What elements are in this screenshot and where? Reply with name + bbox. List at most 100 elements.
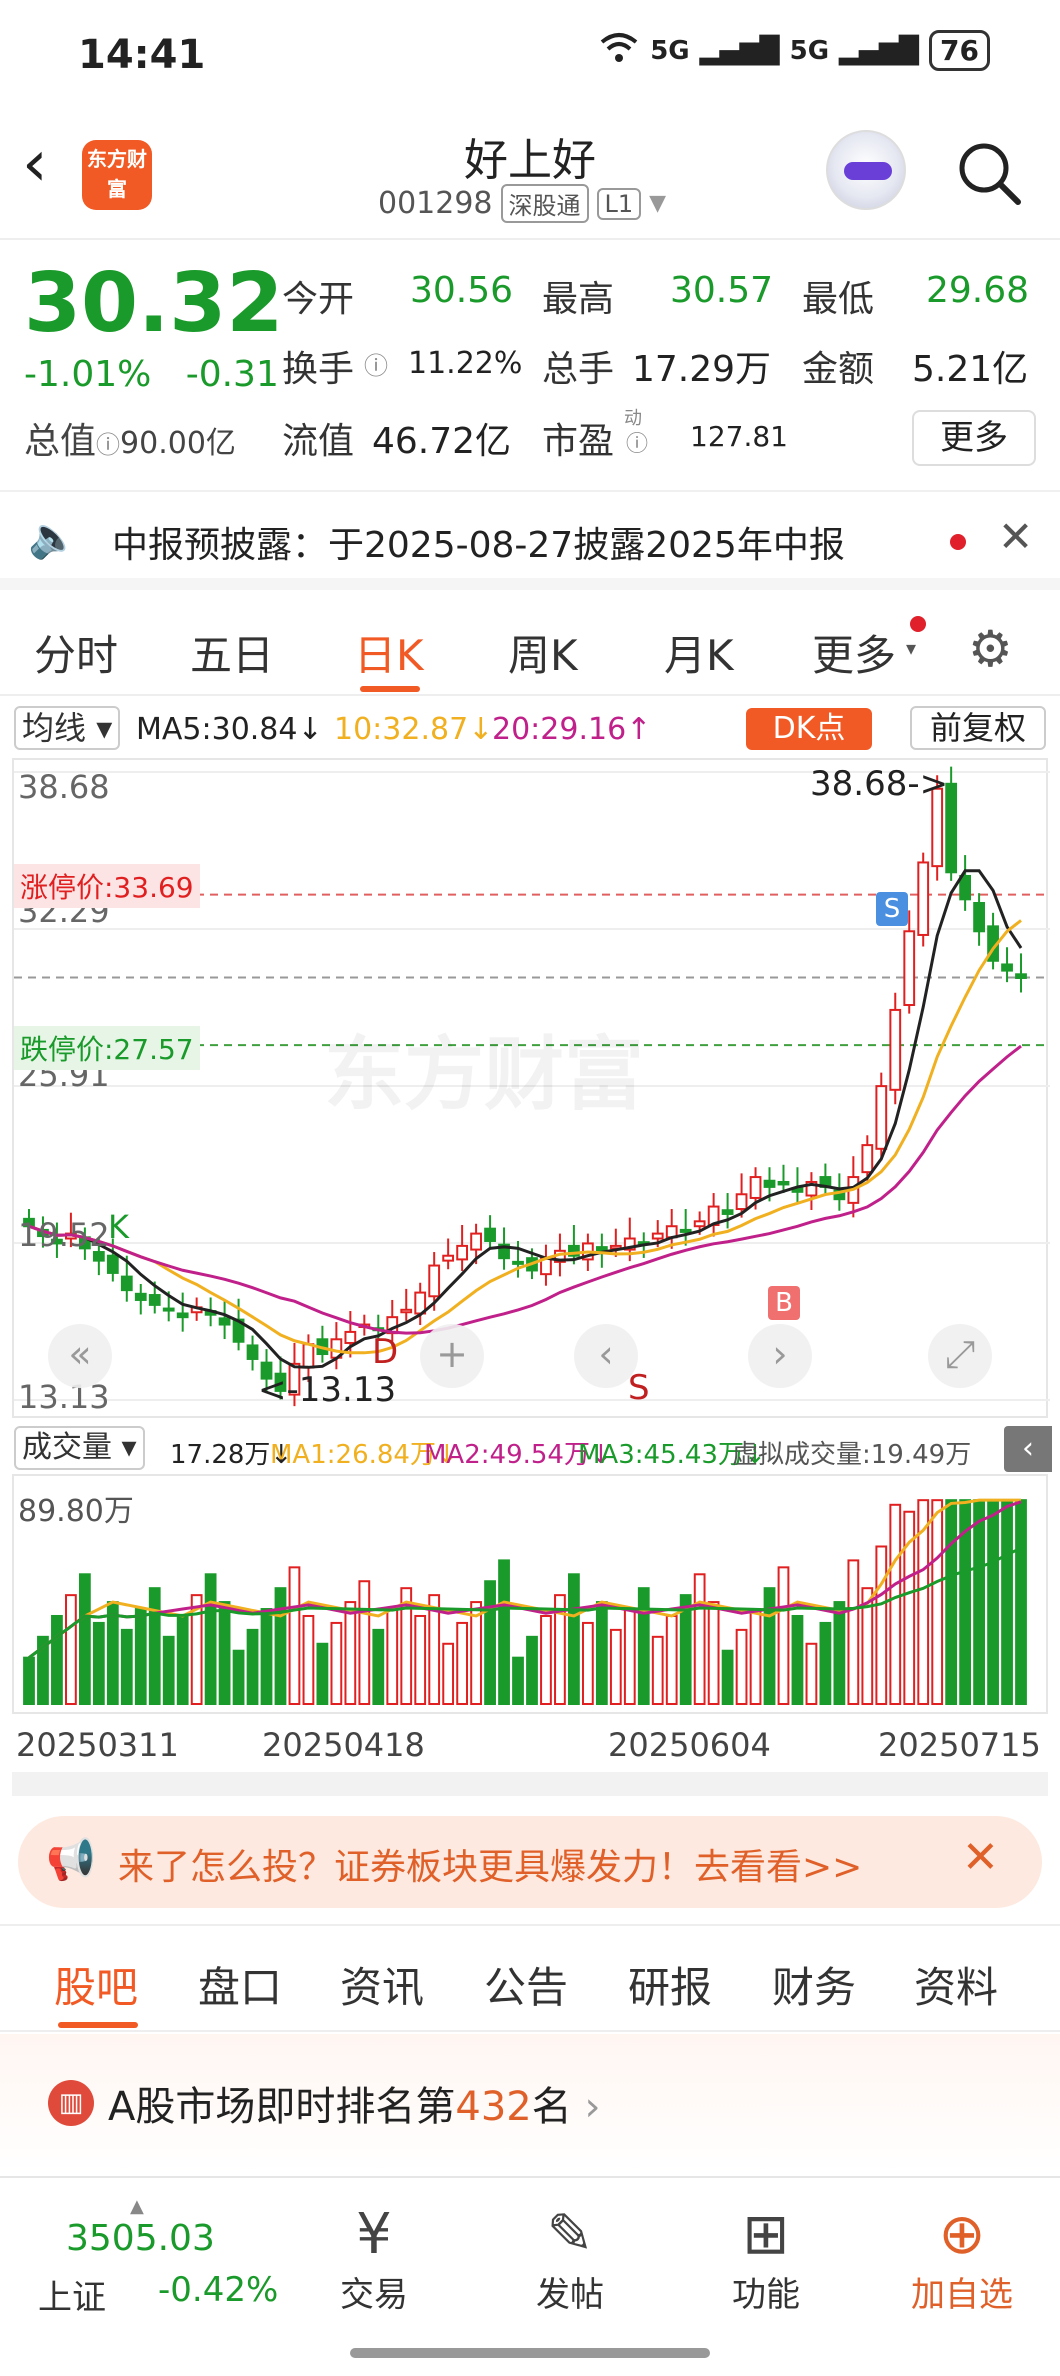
volume-bar: [120, 1628, 133, 1705]
ad-text[interactable]: 来了怎么投？证券板块更具爆发力！去看看>>: [118, 1838, 862, 1890]
limit-down-label: 跌停价:27.57: [14, 1026, 200, 1070]
scroll-strip[interactable]: [12, 1772, 1048, 1796]
nav-post[interactable]: ✎ 发帖: [500, 2202, 640, 2316]
d-marker: D: [372, 1332, 399, 1372]
candle: [889, 1008, 902, 1091]
candle: [442, 1254, 455, 1262]
volume-bar: [651, 1635, 664, 1705]
volume-bar: [973, 1499, 985, 1705]
tab-news[interactable]: 资讯: [340, 1954, 424, 2015]
collapse-icon[interactable]: ‹: [1004, 1426, 1052, 1472]
candle: [1001, 963, 1013, 972]
candle: [875, 1085, 888, 1150]
sell-signal-marker[interactable]: S: [876, 892, 908, 926]
volume-chart[interactable]: 89.80万: [12, 1474, 1048, 1714]
kline-chart[interactable]: 38.68 32.29 25.91 19.52 13.13 涨停价:33.69 …: [12, 758, 1050, 1418]
tab-intraday[interactable]: 分时: [34, 622, 118, 683]
volume-bar: [931, 1499, 944, 1705]
volume-bar: [623, 1608, 636, 1705]
signal-icon: 5G: [650, 35, 690, 66]
volume-bar: [581, 1621, 594, 1705]
price-change: -1.01% -0.31: [24, 354, 279, 395]
battery-icon: 76: [929, 30, 990, 71]
volume-bar: [316, 1642, 329, 1705]
tab-research[interactable]: 研报: [628, 1954, 712, 2015]
notice-bar[interactable]: 🔈 中报预披露：于2025-08-27披露2025年中报 ✕: [0, 490, 1060, 590]
open-label: 今开: [282, 279, 355, 320]
tab-financials[interactable]: 财务: [772, 1954, 856, 2015]
zoom-in-icon[interactable]: +: [420, 1324, 484, 1388]
fast-back-icon[interactable]: «: [48, 1324, 112, 1388]
index-change: -0.42%: [158, 2270, 279, 2310]
volume-bar: [540, 1614, 552, 1705]
unread-dot: [950, 534, 966, 550]
rank-suffix: 名: [531, 2084, 572, 2130]
volume-bar: [609, 1628, 622, 1705]
tab-order-book[interactable]: 盘口: [198, 1954, 282, 2015]
volume-bar: [805, 1642, 818, 1705]
volume-bar: [512, 1656, 524, 1706]
ai-assistant-icon[interactable]: [826, 130, 906, 210]
quote-panel: 30.32 -1.01% -0.31 总值ⓘ90.00亿 今开 30.56 最高…: [0, 240, 1060, 490]
more-button[interactable]: 更多: [912, 410, 1036, 466]
ad-banner[interactable]: 📢 来了怎么投？证券板块更具爆发力！去看看>> ✕: [18, 1816, 1042, 1908]
info-icon[interactable]: ⓘ: [96, 431, 120, 459]
volume-bar: [498, 1559, 510, 1705]
dk-point-button[interactable]: DK点: [746, 708, 872, 750]
search-icon[interactable]: [956, 140, 1022, 206]
tab-five-day[interactable]: 五日: [190, 622, 274, 683]
nav-trade[interactable]: ¥ 交易: [304, 2202, 444, 2316]
volume-bar: [330, 1621, 343, 1705]
volume-bar: [875, 1545, 888, 1705]
tab-monthly-k[interactable]: 月K: [664, 622, 734, 683]
nav-functions[interactable]: ⊞ 功能: [696, 2202, 836, 2316]
volume-bar: [372, 1628, 385, 1705]
volume-bar: [987, 1499, 999, 1705]
stock-code-row[interactable]: 001298 深股通 L1 ▼: [378, 184, 666, 223]
info-icon[interactable]: ⓘ: [626, 426, 648, 458]
amount-value: 5.21亿: [912, 349, 1029, 390]
stock-code: 001298: [378, 186, 493, 221]
chevron-down-icon: ▾: [906, 636, 917, 660]
rank-text[interactable]: A股市场即时排名第432名 ›: [108, 2074, 600, 2132]
low-label: 最低: [802, 279, 875, 320]
nav-add-watchlist[interactable]: ⊕ 加自选: [892, 2202, 1032, 2316]
gear-icon[interactable]: ⚙: [968, 620, 1013, 678]
current-price: 30.32: [24, 256, 284, 351]
volume-bar: [1015, 1499, 1027, 1705]
candle: [693, 1220, 706, 1228]
candle: [749, 1176, 762, 1199]
low-value: 29.68: [926, 270, 1030, 311]
notice-text[interactable]: 中报预披露：于2025-08-27披露2025年中报: [112, 516, 845, 568]
chevron-right-icon[interactable]: ›: [748, 1324, 812, 1388]
nav-label: 加自选: [911, 2275, 1013, 2315]
volume-bar: [414, 1614, 427, 1705]
adjust-mode-button[interactable]: 前复权: [910, 706, 1046, 750]
fullscreen-icon[interactable]: ⤢: [928, 1324, 992, 1388]
volume-bar: [78, 1573, 91, 1705]
volume-bar: [92, 1621, 105, 1705]
volume-svg: [23, 1498, 1027, 1706]
unread-dot: [910, 616, 926, 632]
chart-icon: ▥: [48, 2080, 94, 2126]
tab-more[interactable]: 更多: [812, 622, 896, 683]
close-icon[interactable]: ✕: [962, 1832, 999, 1883]
chevron-left-icon[interactable]: ‹: [574, 1324, 638, 1388]
tab-weekly-k[interactable]: 周K: [508, 622, 578, 683]
market-rank-banner[interactable]: ▥ A股市场即时排名第432名 ›: [0, 2034, 1060, 2174]
volume-selector[interactable]: 成交量 ▾: [14, 1426, 145, 1470]
tab-daily-k[interactable]: 日K: [354, 622, 424, 683]
nav-label: 功能: [732, 2275, 800, 2315]
index-name: 上证: [38, 2278, 106, 2318]
tab-forum[interactable]: 股吧: [54, 1954, 138, 2015]
home-indicator[interactable]: [350, 2348, 710, 2358]
candle: [917, 861, 930, 936]
volume-bar: [106, 1601, 119, 1705]
level-tag: L1: [596, 187, 642, 220]
close-icon[interactable]: ✕: [998, 512, 1033, 561]
info-icon[interactable]: ⓘ: [364, 346, 388, 381]
tab-profile[interactable]: 资料: [914, 1954, 998, 2015]
indicator-selector[interactable]: 均线 ▾: [14, 706, 121, 750]
tab-announcements[interactable]: 公告: [484, 1954, 568, 2015]
buy-signal-marker[interactable]: B: [768, 1286, 800, 1320]
